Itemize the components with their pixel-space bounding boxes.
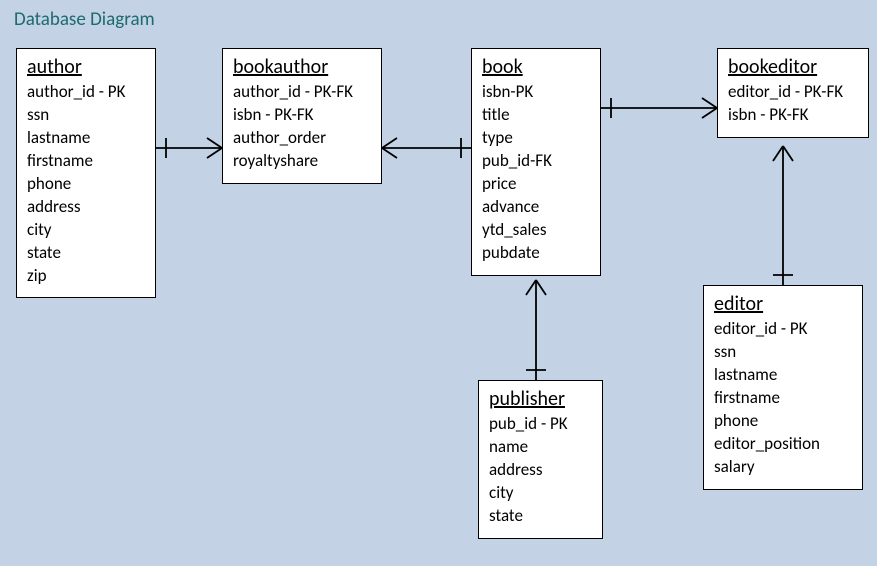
attr: ssn — [27, 104, 145, 127]
attr: address — [489, 459, 592, 482]
attr: firstname — [27, 150, 145, 173]
entity-attrs: editor_id - PK ssn lastname firstname ph… — [714, 318, 852, 479]
attr: editor_position — [714, 433, 852, 456]
diagram-title: Database Diagram — [14, 8, 155, 31]
attr: author_id - PK — [27, 81, 145, 104]
attr: author_order — [233, 127, 371, 150]
attr: state — [489, 505, 592, 528]
attr: royaltyshare — [233, 150, 371, 173]
entity-bookeditor: bookeditor editor_id - PK-FK isbn - PK-F… — [717, 48, 869, 138]
entity-name: bookauthor — [233, 55, 371, 79]
attr: state — [27, 242, 145, 265]
attr: title — [482, 104, 590, 127]
entity-publisher: publisher pub_id - PK name address city … — [478, 380, 603, 539]
attr: pub_id-FK — [482, 150, 590, 173]
entity-attrs: pub_id - PK name address city state — [489, 413, 592, 528]
attr: phone — [27, 173, 145, 196]
attr: salary — [714, 456, 852, 479]
attr: isbn - PK-FK — [233, 104, 371, 127]
entity-name: author — [27, 55, 145, 79]
attr: editor_id - PK — [714, 318, 852, 341]
attr: lastname — [714, 364, 852, 387]
entity-editor: editor editor_id - PK ssn lastname first… — [703, 285, 863, 490]
attr: editor_id - PK-FK — [728, 81, 858, 104]
attr: firstname — [714, 387, 852, 410]
attr: pubdate — [482, 242, 590, 265]
attr: name — [489, 436, 592, 459]
entity-name: bookeditor — [728, 55, 858, 79]
attr: ytd_sales — [482, 219, 590, 242]
entity-name: editor — [714, 292, 852, 316]
attr: zip — [27, 265, 145, 288]
attr: phone — [714, 410, 852, 433]
attr: isbn-PK — [482, 81, 590, 104]
attr: city — [489, 482, 592, 505]
entity-book: book isbn-PK title type pub_id-FK price … — [471, 48, 601, 276]
attr: city — [27, 219, 145, 242]
entity-name: publisher — [489, 387, 592, 411]
entity-attrs: author_id - PK ssn lastname firstname ph… — [27, 81, 145, 287]
entity-attrs: isbn-PK title type pub_id-FK price advan… — [482, 81, 590, 265]
entity-bookauthor: bookauthor author_id - PK-FK isbn - PK-F… — [222, 48, 382, 184]
entity-attrs: author_id - PK-FK isbn - PK-FK author_or… — [233, 81, 371, 173]
attr: isbn - PK-FK — [728, 104, 858, 127]
attr: type — [482, 127, 590, 150]
attr: address — [27, 196, 145, 219]
entity-attrs: editor_id - PK-FK isbn - PK-FK — [728, 81, 858, 127]
attr: advance — [482, 196, 590, 219]
entity-name: book — [482, 55, 590, 79]
attr: ssn — [714, 341, 852, 364]
attr: price — [482, 173, 590, 196]
attr: lastname — [27, 127, 145, 150]
attr: author_id - PK-FK — [233, 81, 371, 104]
entity-author: author author_id - PK ssn lastname first… — [16, 48, 156, 298]
attr: pub_id - PK — [489, 413, 592, 436]
